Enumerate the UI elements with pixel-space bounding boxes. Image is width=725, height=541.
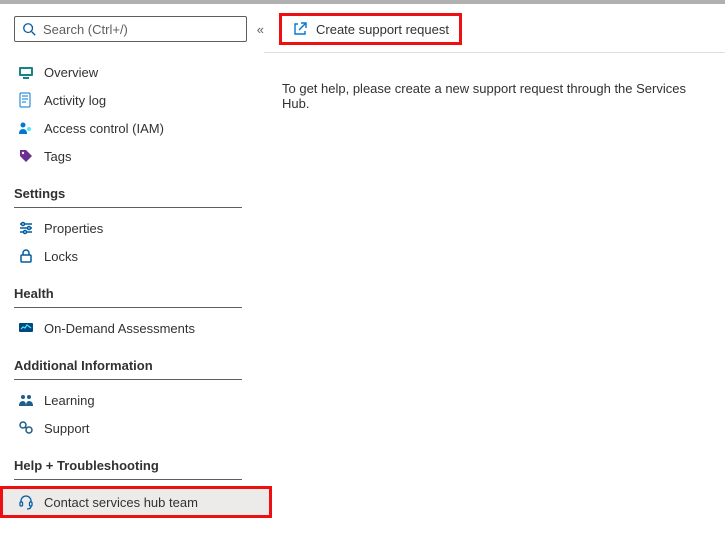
nav-label: Tags: [44, 149, 71, 164]
section-header-help: Help + Troubleshooting: [14, 458, 242, 480]
nav-access-control[interactable]: Access control (IAM): [14, 114, 264, 142]
headset-icon: [18, 494, 34, 510]
action-label: Create support request: [316, 22, 449, 37]
nav-locks[interactable]: Locks: [14, 242, 264, 270]
create-support-request-button[interactable]: Create support request: [282, 16, 459, 42]
collapse-sidebar-icon[interactable]: «: [257, 22, 264, 37]
external-link-icon: [292, 21, 308, 37]
nav-on-demand-assessments[interactable]: On-Demand Assessments: [14, 314, 264, 342]
activity-log-icon: [18, 92, 34, 108]
nav-label: On-Demand Assessments: [44, 321, 195, 336]
main-content: Create support request To get help, plea…: [264, 4, 725, 541]
properties-icon: [18, 220, 34, 236]
help-text: To get help, please create a new support…: [264, 53, 725, 139]
nav-learning[interactable]: Learning: [14, 386, 264, 414]
assessments-icon: [18, 320, 34, 336]
section-header-settings: Settings: [14, 186, 242, 208]
nav-label: Properties: [44, 221, 103, 236]
support-icon: [18, 420, 34, 436]
nav-label: Locks: [44, 249, 78, 264]
overview-icon: [18, 64, 34, 80]
nav-label: Learning: [44, 393, 95, 408]
lock-icon: [18, 248, 34, 264]
nav-support[interactable]: Support: [14, 414, 264, 442]
nav-activity-log[interactable]: Activity log: [14, 86, 264, 114]
section-header-additional: Additional Information: [14, 358, 242, 380]
nav-properties[interactable]: Properties: [14, 214, 264, 242]
learning-icon: [18, 392, 34, 408]
section-header-health: Health: [14, 286, 242, 308]
access-control-icon: [18, 120, 34, 136]
tags-icon: [18, 148, 34, 164]
search-box[interactable]: [14, 16, 247, 42]
nav-label: Activity log: [44, 93, 106, 108]
main-layout: « Overview Activity log Access control (…: [0, 4, 725, 541]
nav-tags[interactable]: Tags: [14, 142, 264, 170]
search-icon: [21, 21, 37, 37]
sidebar: « Overview Activity log Access control (…: [0, 4, 264, 541]
search-input[interactable]: [43, 22, 240, 37]
nav-overview[interactable]: Overview: [14, 58, 264, 86]
nav-label: Support: [44, 421, 90, 436]
nav-label: Contact services hub team: [44, 495, 198, 510]
action-bar: Create support request: [264, 16, 725, 53]
nav-contact-services-hub-team[interactable]: Contact services hub team: [0, 486, 272, 518]
nav-label: Overview: [44, 65, 98, 80]
nav-label: Access control (IAM): [44, 121, 164, 136]
search-row: «: [14, 16, 264, 42]
